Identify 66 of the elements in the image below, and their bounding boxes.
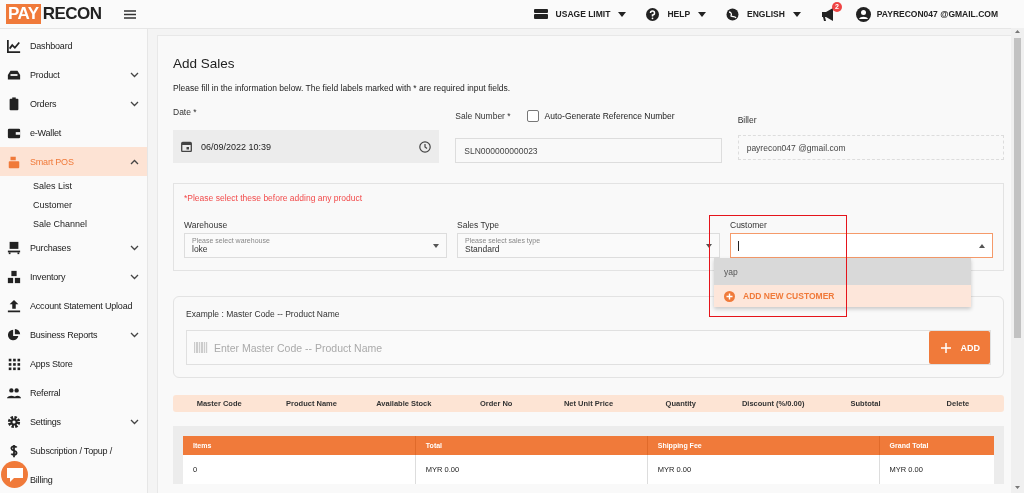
user-menu[interactable]: PAYRECON047 @GMAIL.COM xyxy=(855,6,998,22)
field-label: Sale Number * xyxy=(455,111,511,121)
caret-down-icon xyxy=(433,243,439,248)
dropdown-caret-icon xyxy=(792,11,801,17)
grid-icon xyxy=(7,356,21,371)
barcode-icon xyxy=(194,342,208,353)
chart-icon xyxy=(7,38,21,53)
select-field[interactable] xyxy=(730,233,993,258)
field-label: Date * xyxy=(173,107,198,117)
intro-text: Please fill in the information below. The field labels marked with * are required input fields. xyxy=(173,83,512,93)
upload-icon xyxy=(7,298,21,313)
sidebar-item[interactable]: Dashboard xyxy=(0,31,147,60)
boxes-icon xyxy=(7,269,21,284)
sidebar-item[interactable]: Product xyxy=(0,60,147,89)
sidebar-subitem[interactable]: Sales List xyxy=(0,176,147,195)
sidebar-item[interactable]: Settings xyxy=(0,407,147,436)
dropdown-caret-icon xyxy=(698,11,707,17)
sidebar-item[interactable]: Orders xyxy=(0,89,147,118)
date-field[interactable]: 06/09/2022 10:39 xyxy=(173,130,440,163)
server-icon xyxy=(533,9,548,19)
help-icon xyxy=(646,7,660,21)
gear-icon xyxy=(7,414,21,429)
avatar-icon xyxy=(855,6,871,22)
megaphone-icon[interactable] xyxy=(820,7,836,21)
biller-field: payrecon047 @gmail.com xyxy=(737,135,1004,160)
checkbox-label: Auto-Generate Reference Number xyxy=(544,111,675,121)
top-menu[interactable]: ENGLISH xyxy=(726,7,801,21)
notice-text: *Please select these before adding any product xyxy=(184,193,364,203)
sidebar-item[interactable]: Account Statement Upload xyxy=(0,291,147,320)
sidebar-item[interactable]: Business Reports xyxy=(0,320,147,349)
pallet-icon xyxy=(7,240,21,255)
sidebar-item[interactable]: Inventory xyxy=(0,262,147,291)
hint-text: Example : Master Code -- Product Name xyxy=(186,309,340,319)
sidebar-item[interactable]: Apps Store xyxy=(0,349,147,378)
chat-icon xyxy=(5,466,24,483)
sidebar-item[interactable]: Billing xyxy=(0,465,147,493)
clipboard-icon xyxy=(7,96,21,111)
sidebar-item[interactable]: Purchases xyxy=(0,233,147,262)
plus-circle-icon xyxy=(724,290,735,302)
top-menu[interactable]: HELP xyxy=(646,7,707,21)
sidebar-subitem[interactable]: Customer xyxy=(0,195,147,214)
page-title: Add Sales xyxy=(173,56,236,71)
dropdown-option[interactable]: yap xyxy=(714,258,971,285)
globe-icon xyxy=(726,7,740,21)
sidebar-subitem[interactable]: Sale Channel xyxy=(0,214,147,233)
caret-up-icon xyxy=(979,243,985,248)
field-label: Warehouse xyxy=(184,220,228,230)
people-icon xyxy=(7,385,21,400)
sale-number-field[interactable]: SLN000000000023 xyxy=(455,138,722,163)
field-label: Sales Type xyxy=(457,220,499,230)
clock-icon xyxy=(419,140,432,153)
plus-icon xyxy=(940,342,951,353)
caret-down-icon xyxy=(706,243,712,248)
logo: PAY RECON xyxy=(6,4,102,24)
sidebar-item[interactable]: Referral xyxy=(0,378,147,407)
sidebar-item[interactable]: Subscription / Topup / xyxy=(0,436,147,465)
sidebar-item[interactable]: e-Wallet xyxy=(0,118,147,147)
pie-icon xyxy=(7,327,21,342)
top-menu[interactable]: USAGE LIMIT xyxy=(533,9,627,19)
calendar-icon xyxy=(181,141,192,152)
field-label: Biller xyxy=(737,115,758,125)
dropdown-caret-icon xyxy=(618,11,627,17)
field-label: Customer xyxy=(730,220,767,230)
menu-icon[interactable] xyxy=(123,9,136,19)
checkbox[interactable] xyxy=(526,110,539,122)
register-icon xyxy=(7,154,21,169)
